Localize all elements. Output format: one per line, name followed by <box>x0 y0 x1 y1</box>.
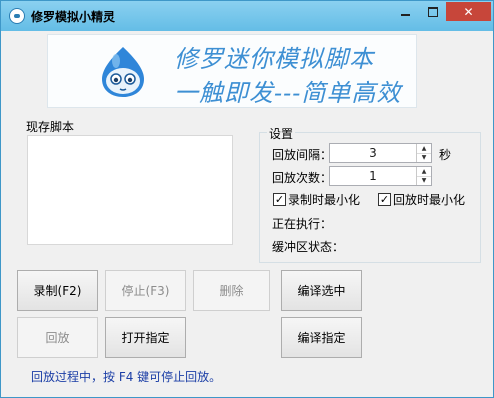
spin-down-icon[interactable]: ▼ <box>417 153 431 162</box>
check-icon: ✓ <box>378 193 391 206</box>
running-label: 正在执行： <box>272 217 333 231</box>
close-icon: ✕ <box>463 4 474 19</box>
interval-label: 回放间隔： <box>272 148 333 162</box>
maximize-button[interactable] <box>419 2 446 21</box>
playback-button[interactable]: 回放 <box>17 317 98 358</box>
app-icon <box>9 8 25 24</box>
delete-button[interactable]: 删除 <box>193 270 270 311</box>
open-specified-button[interactable]: 打开指定 <box>105 317 186 358</box>
interval-stepper[interactable]: 3 ▲ ▼ <box>329 143 432 163</box>
playback-minimize-label: 回放时最小化 <box>393 193 466 207</box>
count-label: 回放次数： <box>272 171 333 185</box>
playback-minimize-checkbox[interactable]: ✓ 回放时最小化 <box>378 191 465 208</box>
interval-unit: 秒 <box>439 148 452 162</box>
maximize-icon <box>427 6 438 17</box>
banner-image: 修罗迷你模拟脚本 一触即发---简单高效 <box>47 34 417 108</box>
script-list[interactable] <box>27 135 233 245</box>
record-minimize-label: 录制时最小化 <box>288 193 361 207</box>
stop-button[interactable]: 停止(F3) <box>105 270 186 311</box>
close-button[interactable]: ✕ <box>446 2 491 21</box>
check-icon: ✓ <box>273 193 286 206</box>
title-bar[interactable]: 修罗模拟小精灵 ✕ <box>1 1 493 31</box>
app-window: 修罗模拟小精灵 ✕ 修罗迷你模拟脚本 一触即发---简单高效 现存脚本 设置 回… <box>0 0 494 398</box>
count-spin-arrows[interactable]: ▲ ▼ <box>416 167 431 185</box>
interval-spin-arrows[interactable]: ▲ ▼ <box>416 144 431 162</box>
record-button[interactable]: 录制(F2) <box>17 270 98 311</box>
record-minimize-checkbox[interactable]: ✓ 录制时最小化 <box>273 191 360 208</box>
interval-value[interactable]: 3 <box>330 144 416 162</box>
minimize-button[interactable] <box>392 2 419 21</box>
compile-selected-button[interactable]: 编译选中 <box>281 270 362 311</box>
banner-slogan-line2: 一触即发---简单高效 <box>174 79 402 107</box>
minimize-icon <box>401 13 410 16</box>
buffer-status-label: 缓冲区状态： <box>272 240 345 254</box>
hint-text: 回放过程中，按 F4 键可停止回放。 <box>31 370 222 384</box>
count-value[interactable]: 1 <box>330 167 416 185</box>
spin-down-icon[interactable]: ▼ <box>417 176 431 185</box>
scripts-label: 现存脚本 <box>26 120 75 134</box>
settings-title: 设置 <box>267 125 296 142</box>
mascot-icon <box>102 47 144 97</box>
count-stepper[interactable]: 1 ▲ ▼ <box>329 166 432 186</box>
window-title: 修罗模拟小精灵 <box>31 10 116 24</box>
compile-specified-button[interactable]: 编译指定 <box>281 317 362 358</box>
banner-slogan-line1: 修罗迷你模拟脚本 <box>174 45 374 73</box>
